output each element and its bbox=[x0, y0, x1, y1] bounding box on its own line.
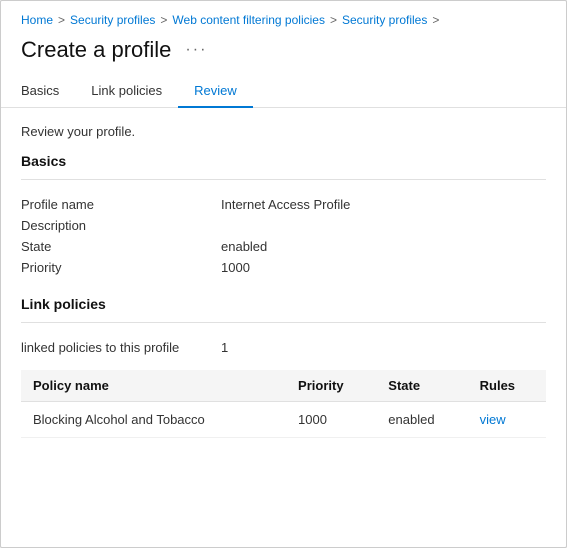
tab-review[interactable]: Review bbox=[178, 75, 253, 108]
description-row: Description bbox=[21, 215, 546, 236]
content-area: Review your profile. Basics Profile name… bbox=[1, 108, 566, 454]
state-label: State bbox=[21, 239, 221, 254]
cell-priority: 1000 bbox=[288, 402, 378, 438]
review-subtitle: Review your profile. bbox=[21, 124, 546, 139]
col-state: State bbox=[378, 370, 469, 402]
state-row: State enabled bbox=[21, 236, 546, 257]
profile-name-label: Profile name bbox=[21, 197, 221, 212]
breadcrumb-web-content[interactable]: Web content filtering policies bbox=[172, 13, 325, 27]
tab-basics[interactable]: Basics bbox=[21, 75, 75, 108]
basics-divider bbox=[21, 179, 546, 180]
linked-count-row: linked policies to this profile 1 bbox=[21, 337, 546, 358]
table-header-row: Policy name Priority State Rules bbox=[21, 370, 546, 402]
profile-name-row: Profile name Internet Access Profile bbox=[21, 194, 546, 215]
link-policies-divider bbox=[21, 322, 546, 323]
priority-row: Priority 1000 bbox=[21, 257, 546, 278]
page-header: Create a profile ··· bbox=[1, 33, 566, 75]
more-options-button[interactable]: ··· bbox=[181, 39, 211, 61]
breadcrumb-sep-1: > bbox=[58, 13, 65, 27]
col-priority: Priority bbox=[288, 370, 378, 402]
breadcrumb: Home > Security profiles > Web content f… bbox=[1, 1, 566, 33]
cell-policy-name: Blocking Alcohol and Tobacco bbox=[21, 402, 288, 438]
state-value: enabled bbox=[221, 239, 267, 254]
rules-view-link[interactable]: view bbox=[480, 412, 506, 427]
col-rules: Rules bbox=[470, 370, 546, 402]
linked-count-label: linked policies to this profile bbox=[21, 340, 221, 355]
breadcrumb-sep-4: > bbox=[432, 13, 439, 27]
page-title: Create a profile bbox=[21, 37, 171, 63]
tabs-container: Basics Link policies Review bbox=[1, 75, 566, 108]
breadcrumb-sep-3: > bbox=[330, 13, 337, 27]
basics-section: Basics Profile name Internet Access Prof… bbox=[21, 153, 546, 278]
table-row: Blocking Alcohol and Tobacco 1000 enable… bbox=[21, 402, 546, 438]
col-policy-name: Policy name bbox=[21, 370, 288, 402]
breadcrumb-security-profiles-1[interactable]: Security profiles bbox=[70, 13, 155, 27]
breadcrumb-home[interactable]: Home bbox=[21, 13, 53, 27]
description-label: Description bbox=[21, 218, 221, 233]
tab-link-policies[interactable]: Link policies bbox=[75, 75, 178, 108]
policies-table: Policy name Priority State Rules Blockin… bbox=[21, 370, 546, 438]
linked-count-value: 1 bbox=[221, 340, 228, 355]
breadcrumb-security-profiles-2[interactable]: Security profiles bbox=[342, 13, 427, 27]
cell-rules: view bbox=[470, 402, 546, 438]
main-window: Home > Security profiles > Web content f… bbox=[0, 0, 567, 548]
profile-name-value: Internet Access Profile bbox=[221, 197, 350, 212]
priority-value: 1000 bbox=[221, 260, 250, 275]
basics-heading: Basics bbox=[21, 153, 546, 169]
breadcrumb-sep-2: > bbox=[160, 13, 167, 27]
cell-state: enabled bbox=[378, 402, 469, 438]
link-policies-heading: Link policies bbox=[21, 296, 546, 312]
link-policies-section: Link policies linked policies to this pr… bbox=[21, 296, 546, 438]
priority-label: Priority bbox=[21, 260, 221, 275]
